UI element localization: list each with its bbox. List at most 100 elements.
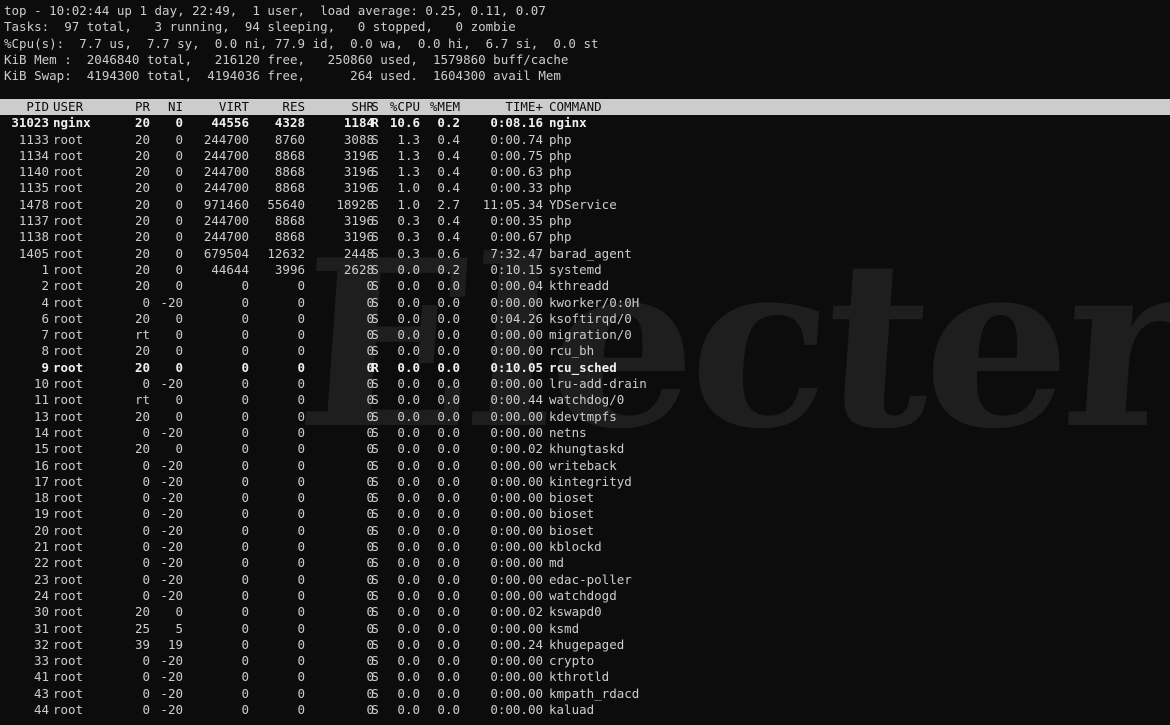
process-shr: 0 — [366, 473, 374, 489]
process-mem: 0.0 — [437, 587, 460, 603]
process-cpu: 0.0 — [397, 571, 420, 587]
process-nice: 0 — [175, 408, 183, 424]
process-time: 0:00.00 — [490, 473, 543, 489]
process-nice: 0 — [175, 441, 183, 457]
process-priority: 20 — [134, 278, 150, 294]
process-res: 8868 — [274, 147, 305, 163]
process-cpu: 0.0 — [397, 310, 420, 326]
process-cpu: 0.0 — [397, 441, 420, 457]
process-virt: 44644 — [211, 261, 249, 277]
process-virt: 0 — [241, 555, 249, 571]
process-pid: 15 — [33, 441, 49, 457]
table-row: 15 root 20 0 0 0 0 S 0.0 0.0 0:00.02 khungtaskd — [0, 441, 1170, 457]
process-mem: 0.4 — [437, 213, 460, 229]
process-cpu: 0.0 — [397, 587, 420, 603]
process-command: nginx — [549, 115, 587, 131]
process-priority: 20 — [134, 604, 150, 620]
process-time: 0:04.26 — [490, 310, 543, 326]
process-time: 0:00.63 — [490, 164, 543, 180]
process-user: root — [53, 506, 84, 522]
process-pid: 11 — [33, 392, 49, 408]
process-mem: 0.2 — [437, 261, 460, 277]
process-cpu: 0.0 — [397, 261, 420, 277]
process-time: 0:00.00 — [490, 376, 543, 392]
process-state: S — [371, 196, 379, 212]
process-cpu: 0.0 — [397, 327, 420, 343]
process-command: kswapd0 — [549, 604, 602, 620]
process-res: 8868 — [274, 164, 305, 180]
summary-cpu-line: %Cpu(s): 7.7 us, 7.7 sy, 0.0 ni, 77.9 id… — [4, 35, 599, 51]
process-pid: 14 — [33, 424, 49, 440]
process-priority: 20 — [134, 131, 150, 147]
process-user: root — [53, 278, 84, 294]
process-user: root — [53, 164, 84, 180]
process-state: S — [371, 555, 379, 571]
table-row: 4 root 0 -20 0 0 0 S 0.0 0.0 0:00.00 kworker/0:0H — [0, 295, 1170, 311]
process-mem: 0.0 — [437, 424, 460, 440]
process-shr: 0 — [366, 506, 374, 522]
process-shr: 0 — [366, 539, 374, 555]
process-cpu: 0.0 — [397, 376, 420, 392]
process-mem: 0.0 — [437, 685, 460, 701]
process-virt: 0 — [241, 408, 249, 424]
table-row: 2 root 20 0 0 0 0 S 0.0 0.0 0:00.04 kthreadd — [0, 278, 1170, 294]
process-user: root — [53, 376, 84, 392]
process-nice: 0 — [175, 115, 183, 131]
process-virt: 0 — [241, 343, 249, 359]
column-header-command: COMMAND — [549, 99, 602, 114]
process-nice: -20 — [160, 457, 183, 473]
process-command: watchdogd — [549, 587, 617, 603]
process-nice: 0 — [175, 278, 183, 294]
process-pid: 1133 — [18, 131, 49, 147]
process-res: 0 — [297, 571, 305, 587]
process-cpu: 0.3 — [397, 245, 420, 261]
process-mem: 0.0 — [437, 359, 460, 375]
process-cpu: 0.0 — [397, 685, 420, 701]
process-res: 12632 — [267, 245, 305, 261]
process-time: 0:00.00 — [490, 539, 543, 555]
process-shr: 0 — [366, 408, 374, 424]
column-header-cpu: %CPU — [389, 99, 420, 114]
process-command: bioset — [549, 522, 595, 538]
process-cpu: 0.0 — [397, 359, 420, 375]
process-state: S — [371, 636, 379, 652]
process-command: systemd — [549, 261, 602, 277]
table-row: 20 root 0 -20 0 0 0 S 0.0 0.0 0:00.00 bioset — [0, 523, 1170, 539]
process-priority: 20 — [134, 359, 150, 375]
process-state: S — [371, 164, 379, 180]
process-shr: 2448 — [343, 245, 374, 261]
process-pid: 1 — [41, 261, 49, 277]
column-header-shr: SHR — [351, 99, 374, 114]
table-row: 31023 nginx 20 0 44556 4328 1184 R 10.6 0.2 0:08.1… — [0, 115, 1170, 131]
process-virt: 0 — [241, 653, 249, 669]
process-mem: 0.0 — [437, 506, 460, 522]
process-shr: 0 — [366, 685, 374, 701]
process-shr: 3196 — [343, 164, 374, 180]
process-nice: 0 — [175, 604, 183, 620]
process-priority: 20 — [134, 441, 150, 457]
process-state: R — [371, 359, 379, 375]
process-state: S — [371, 539, 379, 555]
terminal-window[interactable]: Electerm top - 10:02:44 up 1 day, 22:49,… — [0, 0, 1170, 725]
process-shr: 0 — [366, 490, 374, 506]
process-time: 0:00.00 — [490, 669, 543, 685]
process-pid: 1134 — [18, 147, 49, 163]
process-res: 55640 — [267, 196, 305, 212]
process-nice: 0 — [175, 164, 183, 180]
process-mem: 0.0 — [437, 310, 460, 326]
process-nice: 0 — [175, 147, 183, 163]
process-nice: 0 — [175, 359, 183, 375]
process-res: 4328 — [274, 115, 305, 131]
process-mem: 0.0 — [437, 473, 460, 489]
process-cpu: 0.0 — [397, 392, 420, 408]
process-res: 8868 — [274, 213, 305, 229]
process-state: S — [371, 571, 379, 587]
process-res: 3996 — [274, 261, 305, 277]
process-pid: 1405 — [18, 245, 49, 261]
process-user: root — [53, 669, 84, 685]
process-priority: 20 — [134, 261, 150, 277]
process-mem: 0.0 — [437, 294, 460, 310]
process-user: root — [53, 587, 84, 603]
summary-uptime-line: top - 10:02:44 up 1 day, 22:49, 1 user, … — [4, 3, 546, 18]
process-command: php — [549, 147, 572, 163]
